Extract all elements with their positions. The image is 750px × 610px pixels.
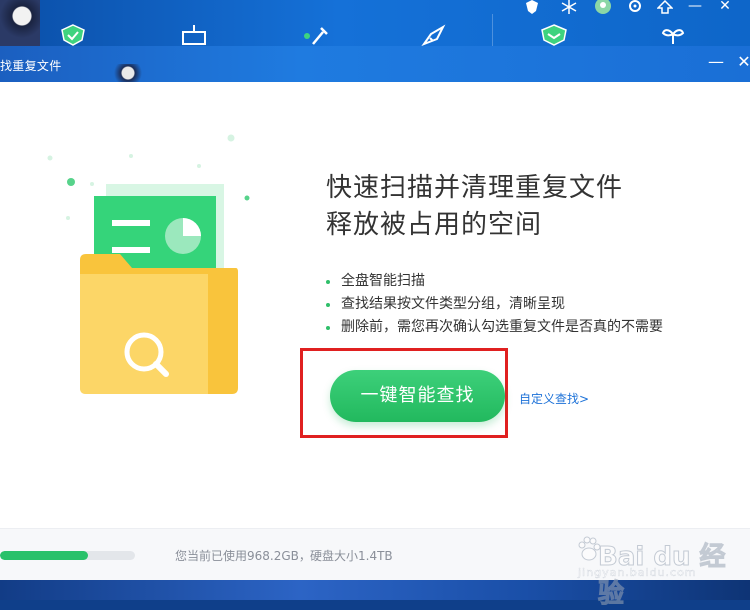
dialog-body: 快速扫描并清理重复文件 释放被占用的空间 全盘智能扫描 查找结果按文件类型分组，…: [0, 82, 750, 528]
user-avatar[interactable]: [0, 0, 40, 46]
disk-used-text: 您当前已使用968.2GB，: [175, 549, 311, 563]
dialog-title: 找重复文件: [0, 59, 62, 73]
user-icon[interactable]: [592, 0, 614, 16]
shield-icon[interactable]: [52, 0, 92, 46]
disk-usage-fill: [0, 551, 88, 560]
settings-icon[interactable]: [624, 0, 646, 16]
watermark-url: jingyan.baidu.com: [578, 566, 697, 579]
host-close-button[interactable]: ✕: [714, 0, 736, 16]
snowflake-icon[interactable]: [558, 0, 580, 16]
desktop-clean-icon[interactable]: [173, 0, 213, 46]
dialog-titlebar: 找重复文件 — ✕: [0, 46, 750, 82]
baidu-jingyan-watermark: Bai du 经验 jingyan.baidu.com: [578, 528, 748, 610]
host-app-bar: — ✕: [0, 0, 750, 46]
feature-item: 删除前，需您再次确认勾选重复文件是否真的不需要: [326, 316, 663, 339]
feature-headline: 快速扫描并清理重复文件 释放被占用的空间: [326, 170, 623, 244]
rocket-icon[interactable]: [413, 0, 453, 46]
upload-icon[interactable]: [654, 0, 676, 16]
feature-list: 全盘智能扫描 查找结果按文件类型分组，清晰呈现 删除前，需您再次确认勾选重复文件…: [326, 270, 663, 339]
disk-usage-bar: [0, 551, 135, 560]
nav-divider: [492, 14, 493, 46]
headline-line-2: 释放被占用的空间: [326, 210, 543, 240]
tools-icon[interactable]: [293, 0, 333, 46]
feature-item: 查找结果按文件类型分组，清晰呈现: [326, 293, 663, 316]
custom-search-link[interactable]: 自定义查找>: [519, 390, 589, 407]
dialog-close-button[interactable]: ✕: [734, 54, 750, 70]
headline-line-1: 快速扫描并清理重复文件: [326, 173, 624, 203]
paw-logo-icon: [578, 536, 600, 561]
title-decoration: [112, 64, 144, 82]
skin-icon[interactable]: [521, 0, 543, 16]
dialog-minimize-button[interactable]: —: [706, 54, 726, 70]
host-minimize-button[interactable]: —: [684, 0, 706, 16]
duplicate-files-illustration: [47, 134, 250, 394]
feature-item: 全盘智能扫描: [326, 270, 663, 293]
smart-search-button[interactable]: 一键智能查找: [330, 370, 505, 422]
disk-total-text: 硬盘大小1.4TB: [310, 549, 393, 563]
